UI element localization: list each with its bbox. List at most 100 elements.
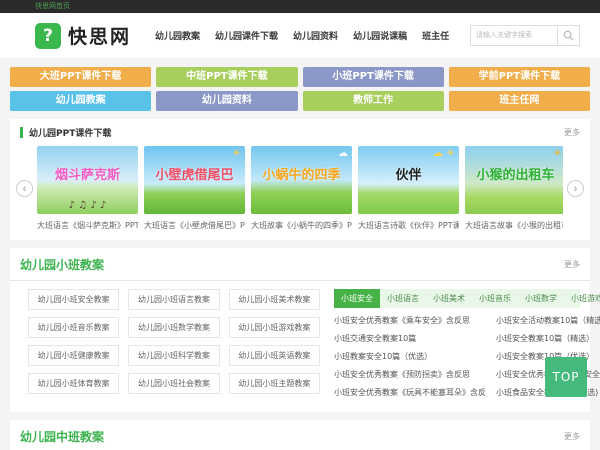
zhongban-lesson-section: 幼儿园中班教案 更多 幼儿园中班安全教案幼儿园中班语言教案幼儿园中班美术教案 中… xyxy=(10,420,590,450)
ppt-caption: 大班语言《小壁虎借尾巴》PPT课件 xyxy=(144,220,245,231)
section-title: 幼儿园小班教案 xyxy=(20,256,104,273)
search-button[interactable] xyxy=(557,26,579,45)
article-link[interactable]: 小班安全教案10篇（精选） xyxy=(496,330,600,348)
tab[interactable]: 小班美术 xyxy=(426,289,472,308)
category-box[interactable]: 幼儿园小班主题教案 xyxy=(229,373,320,394)
ppt-card[interactable]: ☁ ☀ 伙伴 大班语言诗歌《伙伴》PPT课件教案 xyxy=(358,146,459,231)
sky-decor-icon: ☁ ☀ xyxy=(433,148,455,159)
ppt-card[interactable]: ☀ 小猴的出租车 大班语言故事《小猴的出租车》PPT xyxy=(465,146,563,231)
site-logo[interactable]: ? 快思网 xyxy=(35,22,131,49)
section-header: 幼儿园小班教案 更多 xyxy=(20,256,580,273)
site-header: ? 快思网 幼儿园教案 幼儿园课件下载 幼儿园资料 幼儿园说课稿 班主任 xyxy=(0,13,600,58)
tab[interactable]: 小班语言 xyxy=(380,289,426,308)
category-box[interactable]: 幼儿园小班音乐教案 xyxy=(28,317,119,338)
category-tabs: 小班安全小班语言小班美术小班音乐小班数学小班游戏小班其他 xyxy=(334,289,580,308)
xiaoban-lesson-section: 幼儿园小班教案 更多 幼儿园小班安全教案幼儿园小班语言教案幼儿园小班美术教案幼儿… xyxy=(10,248,590,412)
sky-decor-icon: ☀ xyxy=(232,148,241,159)
quick-link-button[interactable]: 幼儿园教案 xyxy=(10,91,151,111)
article-link[interactable]: 小班安全优秀教案《预防拐卖》含反思 xyxy=(334,366,486,384)
quick-link-button[interactable]: 班主任网 xyxy=(449,91,590,111)
tab[interactable]: 小班数学 xyxy=(518,289,564,308)
search-input[interactable] xyxy=(471,26,557,45)
quick-link-button[interactable]: 学前PPT课件下载 xyxy=(449,67,590,87)
ppt-card[interactable]: 烟斗萨克斯 ♪ ♫ ♪ ♪ 大班语言《烟斗萨克斯》PPT课件教 xyxy=(37,146,138,231)
ground-decor-icon: ♪ ♫ ♪ ♪ xyxy=(37,200,138,211)
site-name: 快思网 xyxy=(68,22,131,49)
question-mark-icon: ? xyxy=(35,23,61,49)
chevron-left-icon: ‹ xyxy=(23,183,27,195)
article-link[interactable]: 小班交通安全教案10篇 xyxy=(334,330,486,348)
article-panel: 小班安全小班语言小班美术小班音乐小班数学小班游戏小班其他 小班安全优秀教案《乘车… xyxy=(334,289,580,402)
quick-link-button[interactable]: 中班PPT课件下载 xyxy=(156,67,297,87)
article-list: 小班安全优秀教案《乘车安全》含反思小班交通安全教案10篇小班教案安全10篇（优选… xyxy=(334,312,580,402)
ppt-card[interactable]: ☁ 小蜗牛的四季 大班故事《小蜗牛的四季》PPT课件 xyxy=(251,146,352,231)
tab[interactable]: 小班安全 xyxy=(334,289,380,308)
lesson-body: 幼儿园小班安全教案幼儿园小班语言教案幼儿园小班美术教案幼儿园小班音乐教案幼儿园小… xyxy=(20,289,580,402)
section-title: 幼儿园中班教案 xyxy=(20,428,104,445)
nav-link[interactable]: 幼儿园说课稿 xyxy=(353,29,407,42)
more-link[interactable]: 更多 xyxy=(564,431,580,442)
main-nav: 幼儿园教案 幼儿园课件下载 幼儿园资料 幼儿园说课稿 班主任 xyxy=(155,29,449,42)
nav-link[interactable]: 幼儿园资料 xyxy=(293,29,338,42)
category-box[interactable]: 幼儿园小班科学教案 xyxy=(128,345,219,366)
chevron-right-icon: › xyxy=(574,183,578,195)
ppt-card[interactable]: ☀ 小壁虎借尾巴 大班语言《小壁虎借尾巴》PPT课件 xyxy=(144,146,245,231)
search-icon xyxy=(563,30,574,41)
ppt-carousel: ‹ 烟斗萨克斯 ♪ ♫ ♪ ♪ 大班语言《烟斗萨克斯》PPT课件教 ☀ 小 xyxy=(16,146,584,231)
ppt-download-section: 幼儿园PPT课件下载 更多 ‹ 烟斗萨克斯 ♪ ♫ ♪ ♪ 大班语言《烟斗萨克斯… xyxy=(10,119,590,240)
back-to-top-button[interactable]: TOP xyxy=(545,357,587,397)
divider xyxy=(10,280,590,281)
ppt-thumbnail-title: 小壁虎借尾巴 xyxy=(144,164,245,183)
tab[interactable]: 小班游戏 xyxy=(564,289,600,308)
ppt-thumbnail: ☀ 小猴的出租车 xyxy=(465,146,563,214)
quick-link-button[interactable]: 大班PPT课件下载 xyxy=(10,67,151,87)
category-box[interactable]: 幼儿园小班体育教案 xyxy=(28,373,119,394)
ppt-thumbnail: ☀ 小壁虎借尾巴 xyxy=(144,146,245,214)
category-box[interactable]: 幼儿园小班美术教案 xyxy=(229,289,320,310)
carousel-cards: 烟斗萨克斯 ♪ ♫ ♪ ♪ 大班语言《烟斗萨克斯》PPT课件教 ☀ 小壁虎借尾巴… xyxy=(37,146,563,231)
article-link[interactable]: 小班安全活动教案10篇（精选） xyxy=(496,312,600,330)
nav-link[interactable]: 班主任 xyxy=(422,29,449,42)
ppt-thumbnail-title: 伙伴 xyxy=(358,164,459,183)
article-list-left: 小班安全优秀教案《乘车安全》含反思小班交通安全教案10篇小班教案安全10篇（优选… xyxy=(334,312,486,402)
section-header: 幼儿园中班教案 更多 xyxy=(20,428,580,445)
ppt-thumbnail-title: 小猴的出租车 xyxy=(465,164,563,183)
tab[interactable]: 小班音乐 xyxy=(472,289,518,308)
category-box[interactable]: 幼儿园小班健康教案 xyxy=(28,345,119,366)
ppt-thumbnail: 烟斗萨克斯 ♪ ♫ ♪ ♪ xyxy=(37,146,138,214)
article-link[interactable]: 小班安全优秀教案《玩具不能塞耳朵》含反 xyxy=(334,384,486,402)
topbar: 快思网首页 xyxy=(0,0,600,13)
category-box[interactable]: 幼儿园小班游戏教案 xyxy=(229,317,320,338)
section-title: 幼儿园PPT课件下载 xyxy=(29,126,111,139)
ppt-caption: 大班语言诗歌《伙伴》PPT课件教案 xyxy=(358,220,459,231)
more-link[interactable]: 更多 xyxy=(564,259,580,270)
quick-link-button[interactable]: 幼儿园资料 xyxy=(156,91,297,111)
section-accent-bar xyxy=(20,127,23,138)
category-box[interactable]: 幼儿园小班安全教案 xyxy=(28,289,119,310)
ppt-thumbnail: ☁ ☀ 伙伴 xyxy=(358,146,459,214)
nav-link[interactable]: 幼儿园课件下载 xyxy=(215,29,278,42)
ppt-caption: 大班语言故事《小猴的出租车》PPT xyxy=(465,220,563,231)
ppt-thumbnail: ☁ 小蜗牛的四季 xyxy=(251,146,352,214)
sky-decor-icon: ☀ xyxy=(553,148,562,159)
category-box[interactable]: 幼儿园小班社会教案 xyxy=(128,373,219,394)
ppt-caption: 大班故事《小蜗牛的四季》PPT课件 xyxy=(251,220,352,231)
page: 快思网首页 ? 快思网 幼儿园教案幼儿园课件下载幼儿园资料幼儿园说课稿班主任 大… xyxy=(0,0,600,450)
article-link[interactable]: 小班教案安全10篇（优选） xyxy=(334,348,486,366)
article-link[interactable]: 小班安全优秀教案《乘车安全》含反思 xyxy=(334,312,486,330)
nav-link[interactable]: 幼儿园教案 xyxy=(155,29,200,42)
section-header: 幼儿园PPT课件下载 更多 xyxy=(16,126,584,139)
quick-link-button[interactable]: 教师工作 xyxy=(303,91,444,111)
category-box[interactable]: 幼儿园小班语言教案 xyxy=(128,289,219,310)
category-box[interactable]: 幼儿园小班数学教案 xyxy=(128,317,219,338)
carousel-prev-button[interactable]: ‹ xyxy=(16,180,33,197)
quick-links: 大班PPT课件下载中班PPT课件下载小班PPT课件下载学前PPT课件下载幼儿园教… xyxy=(10,67,590,111)
topbar-home-link[interactable]: 快思网首页 xyxy=(35,0,70,13)
quick-link-button[interactable]: 小班PPT课件下载 xyxy=(303,67,444,87)
ppt-thumbnail-title: 小蜗牛的四季 xyxy=(251,164,352,183)
sky-decor-icon: ☁ xyxy=(338,148,348,159)
search-box xyxy=(470,25,580,46)
more-link[interactable]: 更多 xyxy=(564,127,580,138)
carousel-next-button[interactable]: › xyxy=(567,180,584,197)
category-box[interactable]: 幼儿园小班英语教案 xyxy=(229,345,320,366)
